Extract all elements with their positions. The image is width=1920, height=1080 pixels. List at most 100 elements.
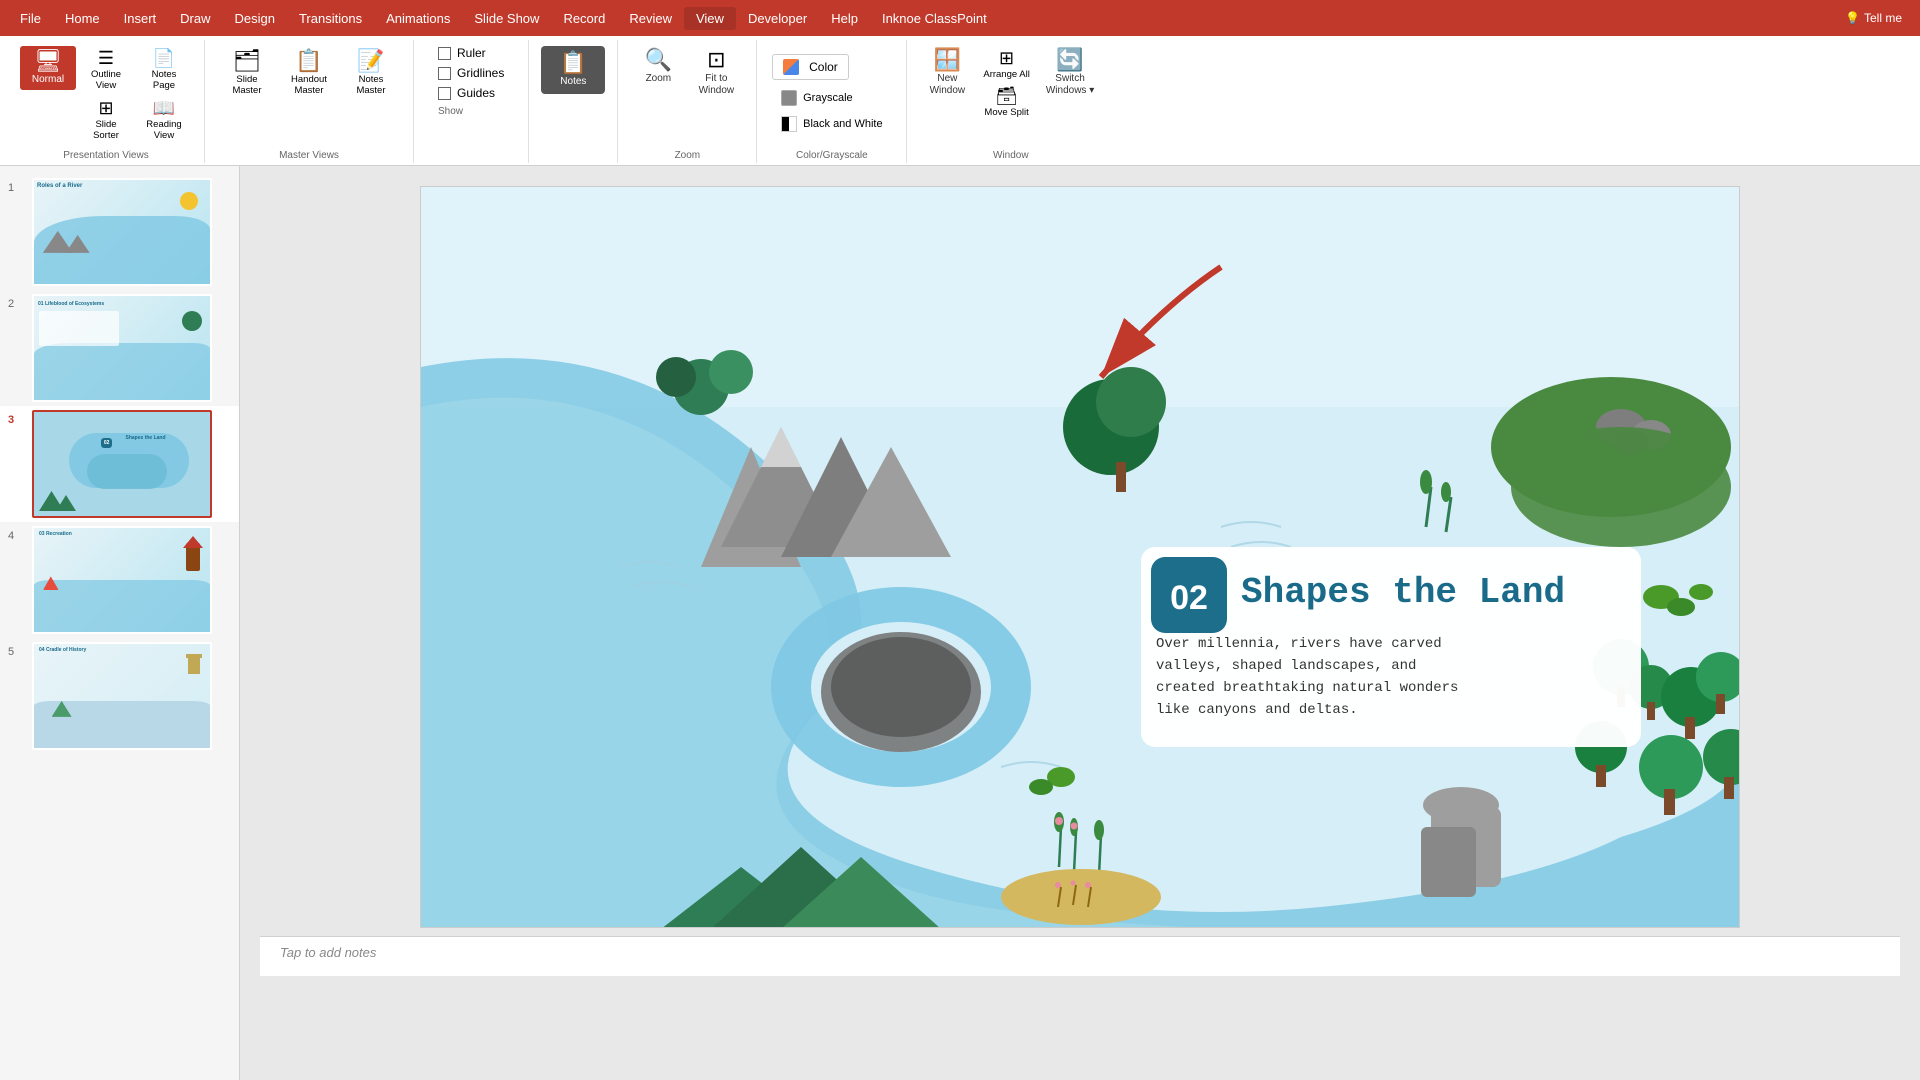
zoom-button[interactable]: 🔍 Zoom bbox=[630, 46, 686, 88]
slide-thumb-1: Roles of a River bbox=[32, 178, 212, 286]
ribbon-content: 🖥 Normal ☰ OutlineView ⊞ SlideSorter � bbox=[0, 36, 1920, 167]
normal-button[interactable]: 🖥 Normal bbox=[20, 46, 76, 90]
svg-text:like canyons and deltas.: like canyons and deltas. bbox=[1156, 702, 1358, 718]
guides-checkbox[interactable]: Guides bbox=[438, 86, 504, 100]
slide-number-5: 5 bbox=[8, 646, 24, 658]
fit-to-window-label: Fit toWindow bbox=[699, 73, 735, 97]
menu-review[interactable]: Review bbox=[617, 7, 684, 30]
lightbulb-icon: 💡 bbox=[1845, 11, 1860, 25]
menu-design[interactable]: Design bbox=[223, 7, 287, 30]
zoom-group: 🔍 Zoom ⊡ Fit toWindow Zoom bbox=[618, 40, 757, 163]
slide-thumb-content-1: Roles of a River bbox=[34, 180, 210, 284]
menu-home[interactable]: Home bbox=[53, 7, 112, 30]
tell-me-area[interactable]: 💡 Tell me bbox=[1835, 7, 1912, 29]
cascade-icon: 🗃 bbox=[995, 86, 1018, 107]
bw-swatch bbox=[781, 116, 797, 132]
menu-file[interactable]: File bbox=[8, 7, 53, 30]
tell-me-label: Tell me bbox=[1864, 11, 1902, 25]
main-area: 1 Roles of a River 2 01 Lifeblood of Eco… bbox=[0, 166, 1920, 1080]
menu-transitions[interactable]: Transitions bbox=[287, 7, 374, 30]
reading-view-label: ReadingView bbox=[146, 119, 181, 142]
notes-master-label: NotesMaster bbox=[356, 74, 385, 97]
zoom-label: Zoom bbox=[646, 73, 672, 85]
normal-icon: 🖥 bbox=[34, 50, 62, 72]
slide-thumb-5: 04 Cradle of History bbox=[32, 642, 212, 750]
slide-svg: 02 Shapes the Land Over millennia, river… bbox=[421, 187, 1740, 928]
svg-text:created breathtaking natural w: created breathtaking natural wonders bbox=[1156, 680, 1458, 696]
new-window-label: NewWindow bbox=[930, 73, 966, 97]
notes-master-button[interactable]: 📝 NotesMaster bbox=[341, 46, 401, 99]
cascade-button[interactable]: 🗃 Move Split bbox=[977, 84, 1035, 120]
presentation-views-label: Presentation Views bbox=[63, 150, 148, 161]
handout-master-icon: 📋 bbox=[295, 48, 322, 74]
gridlines-checkbox[interactable]: Gridlines bbox=[438, 66, 504, 80]
slide-canvas: 02 Shapes the Land Over millennia, river… bbox=[420, 186, 1740, 928]
slide-number-4: 4 bbox=[8, 530, 24, 542]
menu-insert[interactable]: Insert bbox=[112, 7, 169, 30]
menu-animations[interactable]: Animations bbox=[374, 7, 462, 30]
grayscale-button[interactable]: Grayscale bbox=[772, 86, 862, 110]
slide-thumb-content-2: 01 Lifeblood of Ecosystems bbox=[34, 296, 210, 400]
thumb-title-1: Roles of a River bbox=[34, 180, 210, 192]
switch-windows-button[interactable]: 🔄 SwitchWindows ▾ bbox=[1038, 46, 1102, 100]
slide-thumb-content-5: 04 Cradle of History bbox=[34, 644, 210, 748]
master-views-group: 🗂 SlideMaster 📋 HandoutMaster 📝 NotesMas… bbox=[205, 40, 414, 163]
menu-help[interactable]: Help bbox=[819, 7, 870, 30]
show-checkboxes: Ruler Gridlines Guides bbox=[426, 42, 516, 104]
menu-draw[interactable]: Draw bbox=[168, 7, 222, 30]
slide-sorter-label: SlideSorter bbox=[93, 119, 119, 142]
color-grayscale-buttons: Color Grayscale Black and White bbox=[772, 42, 891, 148]
slide-thumb-content-3: 02 Shapes the Land bbox=[34, 412, 210, 516]
ruler-checkbox[interactable]: Ruler bbox=[438, 46, 504, 60]
fit-to-window-button[interactable]: ⊡ Fit toWindow bbox=[688, 46, 744, 100]
slide-master-button[interactable]: 🗂 SlideMaster bbox=[217, 46, 277, 99]
handout-master-label: HandoutMaster bbox=[291, 74, 327, 97]
slide-item-1[interactable]: 1 Roles of a River bbox=[0, 174, 239, 290]
notes-button[interactable]: 📋 Notes bbox=[541, 46, 605, 94]
outline-view-button[interactable]: ☰ OutlineView bbox=[78, 46, 134, 94]
handout-master-button[interactable]: 📋 HandoutMaster bbox=[279, 46, 339, 99]
menu-view[interactable]: View bbox=[684, 7, 736, 30]
slide-number-2: 2 bbox=[8, 298, 24, 310]
switch-windows-icon: 🔄 bbox=[1056, 49, 1083, 71]
grayscale-swatch bbox=[781, 90, 797, 106]
notes-master-icon: 📝 bbox=[357, 48, 384, 74]
svg-text:Shapes the Land: Shapes the Land bbox=[1241, 572, 1565, 613]
color-button[interactable]: Color bbox=[772, 54, 849, 80]
arrange-all-button[interactable]: ⊞ Arrange All bbox=[977, 46, 1035, 82]
slide-number-3: 3 bbox=[8, 414, 24, 426]
window-buttons: 🪟 NewWindow ⊞ Arrange All 🗃 Move Split 🔄 bbox=[919, 42, 1102, 148]
svg-text:02: 02 bbox=[1170, 579, 1208, 617]
thumb-title-3: 02 bbox=[101, 438, 113, 448]
slide-item-4[interactable]: 4 03 Recreation bbox=[0, 522, 239, 638]
menu-developer[interactable]: Developer bbox=[736, 7, 819, 30]
notes-page-button[interactable]: 📄 NotesPage bbox=[136, 46, 192, 94]
menu-inknoe[interactable]: Inknoe ClassPoint bbox=[870, 7, 999, 30]
thumb-title-2: 01 Lifeblood of Ecosystems bbox=[34, 298, 108, 310]
master-views-buttons: 🗂 SlideMaster 📋 HandoutMaster 📝 NotesMas… bbox=[217, 42, 401, 148]
cascade-label: Move Split bbox=[984, 107, 1028, 118]
guides-checkbox-box bbox=[438, 87, 451, 100]
slide-item-5[interactable]: 5 04 Cradle of History bbox=[0, 638, 239, 754]
slide-sorter-button[interactable]: ⊞ SlideSorter bbox=[78, 96, 134, 144]
reading-view-button[interactable]: 📖 ReadingView bbox=[136, 96, 192, 144]
notes-area[interactable]: Tap to add notes bbox=[260, 936, 1900, 976]
ribbon: 🖥 Normal ☰ OutlineView ⊞ SlideSorter � bbox=[0, 36, 1920, 166]
black-and-white-button[interactable]: Black and White bbox=[772, 112, 891, 136]
notes-icon: 📋 bbox=[560, 52, 587, 74]
menu-record[interactable]: Record bbox=[551, 7, 617, 30]
slide-thumb-3: 02 Shapes the Land bbox=[32, 410, 212, 518]
slide-item-2[interactable]: 2 01 Lifeblood of Ecosystems bbox=[0, 290, 239, 406]
menu-slideshow[interactable]: Slide Show bbox=[462, 7, 551, 30]
zoom-icon: 🔍 bbox=[645, 49, 672, 71]
canvas-area: 02 Shapes the Land Over millennia, river… bbox=[240, 166, 1920, 1080]
normal-label: Normal bbox=[32, 74, 64, 86]
fit-to-window-icon: ⊡ bbox=[707, 49, 725, 71]
slide-number-1: 1 bbox=[8, 182, 24, 194]
notes-page-icon: 📄 bbox=[153, 48, 175, 69]
slide-thumb-content-4: 03 Recreation bbox=[34, 528, 210, 632]
notes-group-buttons: 📋 Notes bbox=[541, 42, 605, 148]
slide-item-3[interactable]: 3 02 Shapes the Land bbox=[0, 406, 239, 522]
new-window-button[interactable]: 🪟 NewWindow bbox=[919, 46, 975, 100]
slide-master-icon: 🗂 bbox=[233, 48, 261, 74]
